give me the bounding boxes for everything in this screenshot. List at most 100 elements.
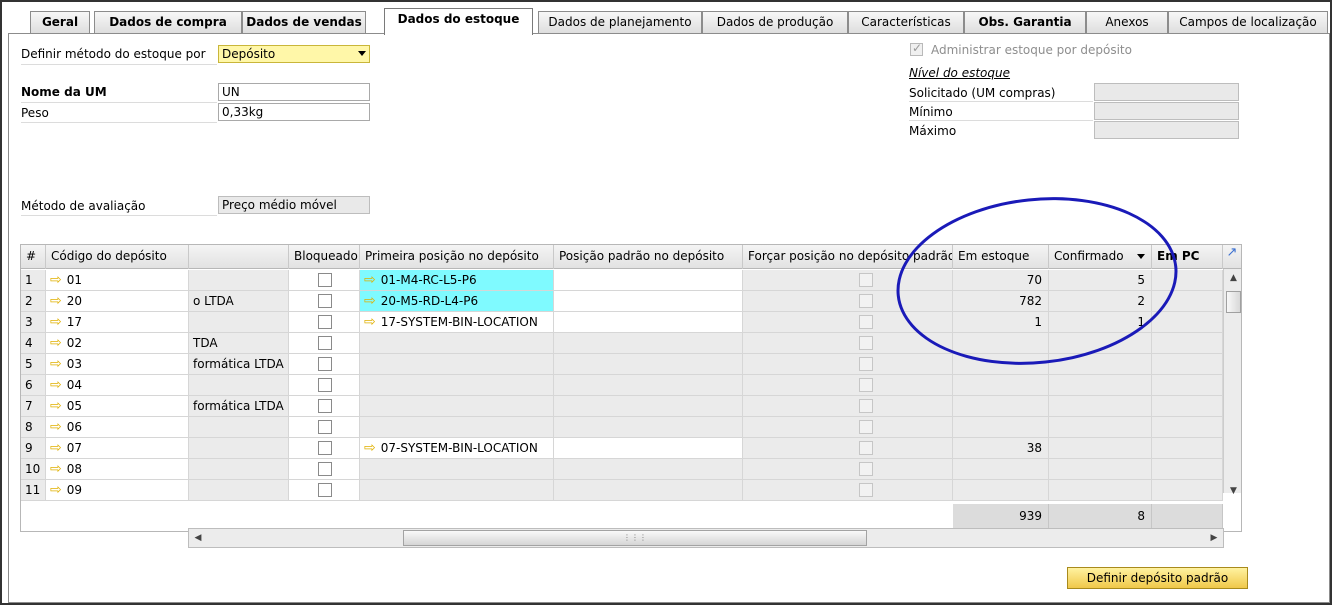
first-bin[interactable]: ⇨ 17-SYSTEM-BIN-LOCATION bbox=[360, 312, 554, 333]
warehouse-code[interactable]: ⇨ 03 bbox=[46, 354, 189, 375]
in-stock-value[interactable]: 782 bbox=[953, 291, 1049, 312]
tab-campos-de-localizacao[interactable]: Campos de localização bbox=[1168, 11, 1328, 33]
first-bin[interactable] bbox=[360, 333, 554, 354]
header-ordered[interactable]: Em PC bbox=[1152, 245, 1223, 269]
default-bin[interactable] bbox=[554, 459, 743, 480]
locked-cell[interactable] bbox=[289, 438, 360, 459]
locked-cell[interactable] bbox=[289, 354, 360, 375]
warehouse-code[interactable]: ⇨ 17 bbox=[46, 312, 189, 333]
scroll-thumb[interactable] bbox=[1226, 291, 1241, 313]
committed-value[interactable] bbox=[1049, 480, 1152, 501]
in-stock-value[interactable] bbox=[953, 354, 1049, 375]
warehouse-code[interactable]: ⇨ 07 bbox=[46, 438, 189, 459]
tab-dados-do-estoque[interactable]: Dados do estoque bbox=[384, 8, 533, 35]
warehouse-code[interactable]: ⇨ 01 bbox=[46, 270, 189, 291]
force-bin-cell[interactable] bbox=[743, 480, 953, 501]
header-default-bin[interactable]: Posição padrão no depósito bbox=[554, 245, 743, 269]
ordered-value[interactable] bbox=[1152, 270, 1223, 291]
table-row[interactable]: 3 ⇨ 17 ⇨ 17-SYSTEM-BIN-LOCATION 1 1 bbox=[21, 312, 1223, 333]
locked-checkbox[interactable] bbox=[318, 441, 332, 455]
first-bin[interactable] bbox=[360, 396, 554, 417]
horizontal-scroll-thumb[interactable]: ⋮⋮⋮ bbox=[403, 530, 867, 546]
locked-cell[interactable] bbox=[289, 396, 360, 417]
committed-value[interactable] bbox=[1049, 396, 1152, 417]
force-bin-cell[interactable] bbox=[743, 396, 953, 417]
force-bin-cell[interactable] bbox=[743, 270, 953, 291]
warehouse-code[interactable]: ⇨ 04 bbox=[46, 375, 189, 396]
grid-vertical-scrollbar[interactable]: ▲ ▼ bbox=[1223, 269, 1241, 496]
ordered-value[interactable] bbox=[1152, 459, 1223, 480]
force-bin-cell[interactable] bbox=[743, 417, 953, 438]
expand-icon[interactable]: ↗ bbox=[1225, 246, 1239, 260]
in-stock-value[interactable] bbox=[953, 480, 1049, 501]
link-arrow-icon[interactable]: ⇨ bbox=[364, 272, 376, 288]
grid-horizontal-scrollbar[interactable]: ◀ ⋮⋮⋮ ▶ bbox=[188, 528, 1224, 548]
weight-field[interactable]: 0,33kg bbox=[218, 103, 370, 121]
tab-caracteristicas[interactable]: Características bbox=[848, 11, 964, 33]
link-arrow-icon[interactable]: ⇨ bbox=[50, 440, 62, 456]
set-default-warehouse-button[interactable]: Definir depósito padrão bbox=[1067, 567, 1248, 589]
scroll-up-icon[interactable]: ▲ bbox=[1226, 271, 1241, 286]
link-arrow-icon[interactable]: ⇨ bbox=[50, 272, 62, 288]
force-bin-cell[interactable] bbox=[743, 438, 953, 459]
locked-checkbox[interactable] bbox=[318, 399, 332, 413]
locked-cell[interactable] bbox=[289, 270, 360, 291]
in-stock-value[interactable] bbox=[953, 375, 1049, 396]
in-stock-value[interactable] bbox=[953, 333, 1049, 354]
scroll-left-icon[interactable]: ◀ bbox=[189, 529, 207, 547]
committed-value[interactable] bbox=[1049, 333, 1152, 354]
ordered-value[interactable] bbox=[1152, 417, 1223, 438]
tab-dados-de-compra[interactable]: Dados de compra bbox=[94, 11, 242, 33]
first-bin[interactable]: ⇨ 07-SYSTEM-BIN-LOCATION bbox=[360, 438, 554, 459]
tab-geral[interactable]: Geral bbox=[30, 11, 90, 33]
locked-cell[interactable] bbox=[289, 459, 360, 480]
table-row[interactable]: 2 ⇨ 20 o LTDA ⇨ 20-M5-RD-L4-P6 782 2 bbox=[21, 291, 1223, 312]
ordered-value[interactable] bbox=[1152, 396, 1223, 417]
first-bin[interactable] bbox=[360, 459, 554, 480]
force-bin-cell[interactable] bbox=[743, 459, 953, 480]
locked-checkbox[interactable] bbox=[318, 462, 332, 476]
in-stock-value[interactable] bbox=[953, 459, 1049, 480]
link-arrow-icon[interactable]: ⇨ bbox=[50, 314, 62, 330]
locked-cell[interactable] bbox=[289, 291, 360, 312]
warehouse-code[interactable]: ⇨ 06 bbox=[46, 417, 189, 438]
locked-cell[interactable] bbox=[289, 417, 360, 438]
first-bin[interactable] bbox=[360, 480, 554, 501]
default-bin[interactable] bbox=[554, 291, 743, 312]
ordered-value[interactable] bbox=[1152, 312, 1223, 333]
uom-field[interactable]: UN bbox=[218, 83, 370, 101]
force-bin-cell[interactable] bbox=[743, 312, 953, 333]
default-bin[interactable] bbox=[554, 333, 743, 354]
link-arrow-icon[interactable]: ⇨ bbox=[364, 440, 376, 456]
tab-anexos[interactable]: Anexos bbox=[1086, 11, 1168, 33]
header-warehouse-name[interactable] bbox=[189, 245, 289, 269]
ordered-value[interactable] bbox=[1152, 480, 1223, 501]
table-row[interactable]: 10 ⇨ 08 bbox=[21, 459, 1223, 480]
link-arrow-icon[interactable]: ⇨ bbox=[364, 293, 376, 309]
link-arrow-icon[interactable]: ⇨ bbox=[50, 398, 62, 414]
ordered-value[interactable] bbox=[1152, 438, 1223, 459]
in-stock-value[interactable] bbox=[953, 417, 1049, 438]
tab-dados-de-vendas[interactable]: Dados de vendas bbox=[242, 11, 366, 33]
default-bin[interactable] bbox=[554, 375, 743, 396]
warehouse-code[interactable]: ⇨ 08 bbox=[46, 459, 189, 480]
committed-value[interactable]: 5 bbox=[1049, 270, 1152, 291]
ordered-value[interactable] bbox=[1152, 333, 1223, 354]
default-bin[interactable] bbox=[554, 270, 743, 291]
locked-checkbox[interactable] bbox=[318, 378, 332, 392]
tab-obs-garantia[interactable]: Obs. Garantia bbox=[964, 11, 1086, 33]
warehouse-code[interactable]: ⇨ 05 bbox=[46, 396, 189, 417]
force-bin-cell[interactable] bbox=[743, 333, 953, 354]
first-bin[interactable] bbox=[360, 417, 554, 438]
committed-value[interactable] bbox=[1049, 438, 1152, 459]
warehouse-code[interactable]: ⇨ 02 bbox=[46, 333, 189, 354]
committed-value[interactable] bbox=[1049, 417, 1152, 438]
table-row[interactable]: 7 ⇨ 05 formática LTDA bbox=[21, 396, 1223, 417]
locked-checkbox[interactable] bbox=[318, 273, 332, 287]
scroll-right-icon[interactable]: ▶ bbox=[1205, 529, 1223, 547]
default-bin[interactable] bbox=[554, 480, 743, 501]
stock-method-dropdown[interactable]: Depósito bbox=[218, 45, 370, 63]
header-warehouse-code[interactable]: Código do depósito bbox=[46, 245, 189, 269]
link-arrow-icon[interactable]: ⇨ bbox=[50, 377, 62, 393]
locked-cell[interactable] bbox=[289, 312, 360, 333]
